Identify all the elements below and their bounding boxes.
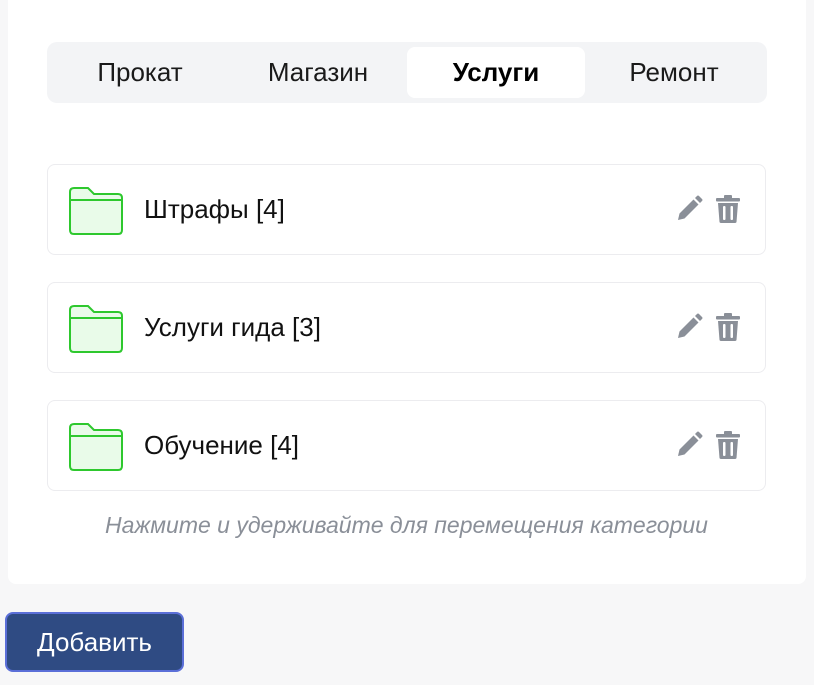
edit-button[interactable] xyxy=(672,428,706,462)
category-item[interactable]: Услуги гида [3] xyxy=(47,282,766,373)
category-label: Обучение [4] xyxy=(144,430,300,460)
tab-services[interactable]: Услуги xyxy=(407,47,585,98)
trash-icon xyxy=(716,195,740,223)
delete-button[interactable] xyxy=(711,310,745,344)
folder-icon xyxy=(69,187,123,235)
delete-button[interactable] xyxy=(711,428,745,462)
pencil-icon xyxy=(678,431,703,456)
tab-rental[interactable]: Прокат xyxy=(51,47,229,98)
category-item[interactable]: Обучение [4] xyxy=(47,400,766,491)
delete-button[interactable] xyxy=(711,192,745,226)
category-label: Услуги гида [3] xyxy=(144,312,321,342)
tab-shop[interactable]: Магазин xyxy=(229,47,407,98)
trash-icon xyxy=(716,313,740,341)
tab-repair[interactable]: Ремонт xyxy=(585,47,763,98)
edit-button[interactable] xyxy=(672,192,706,226)
folder-icon xyxy=(69,305,123,353)
add-button[interactable]: Добавить xyxy=(5,612,184,672)
category-item[interactable]: Штрафы [4] xyxy=(47,164,766,255)
drag-hint: Нажмите и удерживайте для перемещения ка… xyxy=(105,512,708,538)
folder-icon xyxy=(69,423,123,471)
category-tabs: Прокат Магазин Услуги Ремонт xyxy=(47,42,767,103)
category-label: Штрафы [4] xyxy=(144,194,285,224)
pencil-icon xyxy=(678,195,703,220)
edit-button[interactable] xyxy=(672,310,706,344)
trash-icon xyxy=(716,431,740,459)
pencil-icon xyxy=(678,313,703,338)
